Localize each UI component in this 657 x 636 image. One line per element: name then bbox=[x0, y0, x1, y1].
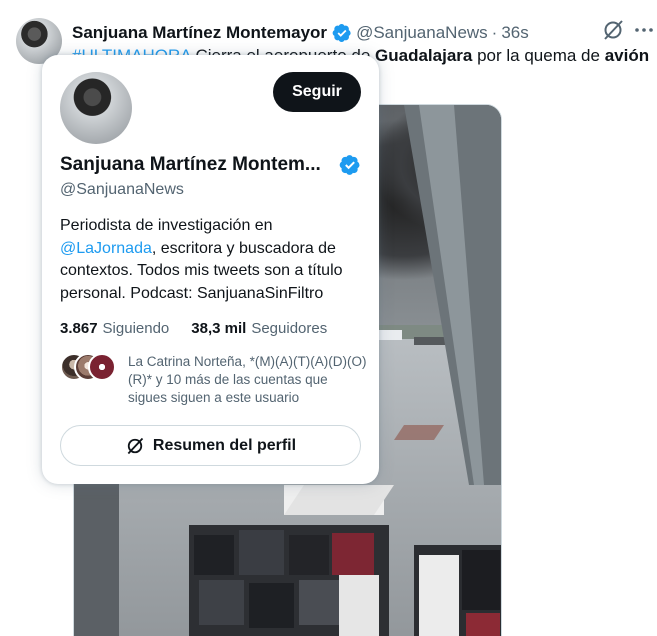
followers-label: Seguidores bbox=[251, 320, 328, 337]
card-avatar[interactable] bbox=[60, 72, 132, 144]
profile-summary-button[interactable]: Resumen del perfil bbox=[60, 425, 361, 466]
card-bio: Periodista de investigación en @LaJornad… bbox=[60, 215, 365, 305]
summary-label: Resumen del perfil bbox=[152, 436, 297, 454]
followed-by-text[interactable]: La Catrina Norteña, *(M)(A)(T)(A)(D)(O)(… bbox=[128, 353, 368, 407]
separator: · bbox=[491, 23, 498, 42]
following-label: Siguiendo bbox=[102, 320, 170, 337]
bio-mention-link[interactable]: @LaJornada bbox=[60, 240, 152, 257]
followers-count: 38,3 mil bbox=[191, 320, 247, 337]
verified-badge-icon[interactable] bbox=[339, 154, 361, 176]
follow-button[interactable]: Seguir bbox=[273, 72, 361, 112]
card-handle[interactable]: @SanjuanaNews bbox=[60, 181, 184, 199]
summary-icon bbox=[127, 437, 144, 454]
followed-by-avatars[interactable] bbox=[60, 353, 116, 381]
followers-stat[interactable]: 38,3 mil Seguidores bbox=[191, 320, 327, 337]
tweet-text-bold-plane: avión bbox=[604, 46, 650, 65]
tweet-author-name[interactable]: Sanjuana Martínez Montemayor bbox=[72, 23, 327, 43]
following-stat[interactable]: 3.867 Siguiendo bbox=[60, 320, 169, 337]
verified-badge-icon bbox=[332, 24, 351, 42]
more-icon[interactable] bbox=[632, 18, 656, 42]
tweet-timestamp[interactable]: 36s bbox=[501, 23, 528, 43]
grok-icon[interactable] bbox=[601, 18, 625, 42]
card-display-name[interactable]: Sanjuana Martínez Montem... bbox=[60, 154, 330, 176]
tweet-header: Sanjuana Martínez Montemayor @SanjuanaNe… bbox=[72, 21, 587, 45]
card-stats: 3.867 Siguiendo 38,3 mil Seguidores bbox=[60, 320, 349, 337]
tweet-author-handle[interactable]: @SanjuanaNews bbox=[356, 23, 488, 43]
follower-avatar bbox=[88, 353, 116, 381]
tweet-text-bold-city: Guadalajara bbox=[375, 46, 473, 65]
tweet-text-middle: por la quema de bbox=[477, 46, 600, 65]
following-count: 3.867 bbox=[60, 320, 98, 337]
profile-hover-card: Seguir Sanjuana Martínez Montem... @Sanj… bbox=[42, 55, 379, 484]
bio-text-1: Periodista de investigación en bbox=[60, 217, 273, 234]
